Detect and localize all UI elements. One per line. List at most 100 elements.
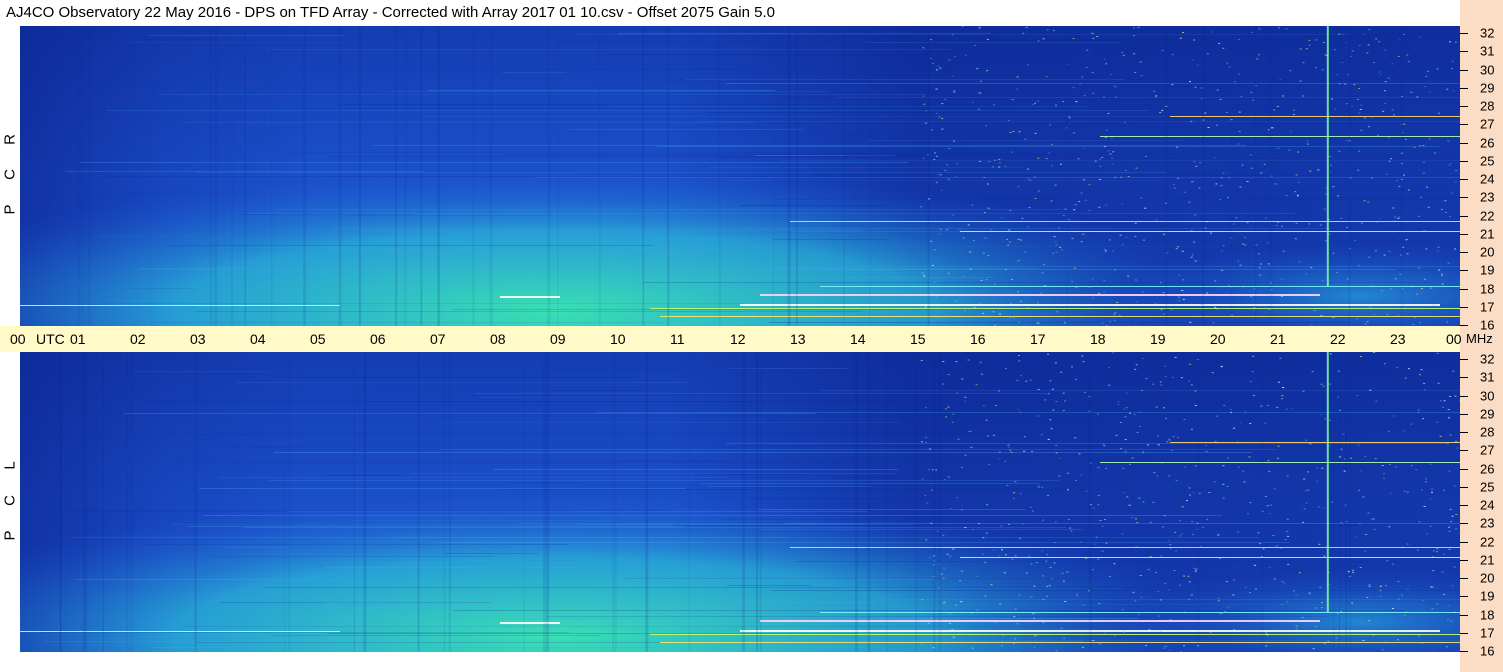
signal-speckle (967, 224, 970, 226)
signal-speckle (1037, 486, 1040, 488)
signal-speckle (1232, 579, 1235, 581)
signal-speckle (1449, 396, 1452, 397)
rfi-line (547, 616, 1327, 617)
rfi-line (727, 585, 810, 586)
signal-speckle (1352, 569, 1354, 571)
signal-speckle (1452, 90, 1455, 92)
signal-speckle (1022, 32, 1025, 34)
signal-speckle (1193, 567, 1196, 569)
signal-speckle (1082, 361, 1085, 363)
signal-speckle (1368, 256, 1371, 258)
signal-speckle (1428, 138, 1431, 140)
signal-speckle (1237, 260, 1240, 262)
signal-speckle (1242, 243, 1245, 245)
signal-speckle (961, 378, 964, 380)
signal-speckle (1189, 321, 1192, 323)
signal-speckle (1358, 150, 1361, 152)
signal-speckle (1350, 135, 1353, 137)
rfi-line (807, 135, 1025, 136)
signal-speckle (1109, 321, 1112, 323)
signal-speckle (1166, 441, 1169, 443)
signal-speckle (1075, 480, 1077, 481)
signal-speckle (1281, 395, 1284, 397)
signal-speckle (964, 454, 967, 456)
signal-speckle (1051, 388, 1054, 390)
polarization-letter: C (1, 169, 19, 180)
strong-signal-band (1170, 442, 1460, 443)
signal-speckle (1287, 564, 1290, 565)
signal-speckle (1008, 229, 1011, 231)
signal-speckle (1142, 451, 1145, 453)
signal-speckle (1114, 86, 1117, 88)
signal-speckle (1206, 292, 1209, 294)
signal-speckle (925, 539, 928, 541)
signal-speckle (1173, 187, 1176, 189)
signal-speckle (1081, 646, 1084, 648)
signal-speckle (942, 361, 945, 362)
vertical-striation (214, 26, 218, 326)
signal-speckle (930, 39, 933, 41)
signal-speckle (1135, 364, 1138, 366)
signal-speckle (1289, 70, 1292, 72)
signal-speckle (1337, 612, 1339, 614)
signal-speckle (1135, 279, 1137, 281)
signal-speckle (964, 527, 967, 528)
signal-speckle (1139, 575, 1142, 576)
signal-speckle (1113, 563, 1116, 565)
signal-speckle (1404, 377, 1407, 379)
signal-speckle (955, 604, 958, 606)
signal-speckle (1426, 533, 1429, 535)
signal-speckle (1436, 250, 1439, 252)
vertical-spike-line (1326, 352, 1329, 612)
signal-speckle (1447, 526, 1450, 528)
rfi-line (538, 277, 992, 278)
frequency-tick-mark (1460, 124, 1468, 126)
vertical-striation (545, 352, 549, 652)
frequency-tick-label: 22 (1480, 534, 1495, 549)
signal-speckle (1025, 380, 1028, 382)
hour-tick-label: 03 (190, 331, 206, 347)
signal-speckle (1233, 427, 1236, 429)
signal-speckle (1014, 555, 1017, 557)
signal-speckle (1358, 265, 1361, 267)
vertical-striation (437, 26, 441, 326)
signal-speckle (1219, 557, 1222, 559)
signal-speckle (1391, 109, 1394, 111)
signal-speckle (1004, 165, 1007, 167)
rfi-line (247, 285, 311, 286)
signal-speckle (1322, 42, 1325, 44)
signal-speckle (1177, 296, 1180, 298)
signal-speckle (1001, 549, 1003, 551)
signal-speckle (1338, 83, 1341, 85)
hour-tick-label: 06 (370, 331, 386, 347)
frequency-tick-mark (1460, 233, 1468, 235)
signal-speckle (1359, 470, 1362, 472)
rfi-line (368, 401, 1047, 402)
signal-speckle (935, 69, 938, 71)
signal-speckle (1147, 569, 1150, 571)
signal-speckle (1381, 649, 1384, 651)
signal-speckle (1054, 240, 1057, 242)
signal-speckle (1353, 84, 1356, 86)
signal-speckle (943, 567, 946, 569)
signal-speckle (969, 251, 972, 253)
signal-speckle (1445, 646, 1448, 648)
signal-speckle (947, 476, 950, 478)
signal-speckle (979, 80, 982, 82)
signal-speckle (1202, 526, 1204, 528)
signal-speckle (1406, 543, 1409, 545)
signal-speckle (1177, 246, 1179, 248)
signal-speckle (1246, 222, 1249, 224)
signal-speckle (1049, 124, 1051, 126)
signal-speckle (1092, 37, 1095, 39)
rfi-line (739, 205, 887, 206)
signal-speckle (1389, 492, 1392, 494)
signal-speckle (1393, 220, 1396, 222)
signal-speckle (980, 279, 983, 281)
signal-speckle (958, 229, 961, 231)
hour-tick-label: 21 (1270, 331, 1286, 347)
signal-speckle (1044, 399, 1047, 401)
signal-speckle (939, 228, 942, 230)
signal-speckle (1078, 201, 1081, 202)
bottom-margin (0, 652, 1460, 672)
